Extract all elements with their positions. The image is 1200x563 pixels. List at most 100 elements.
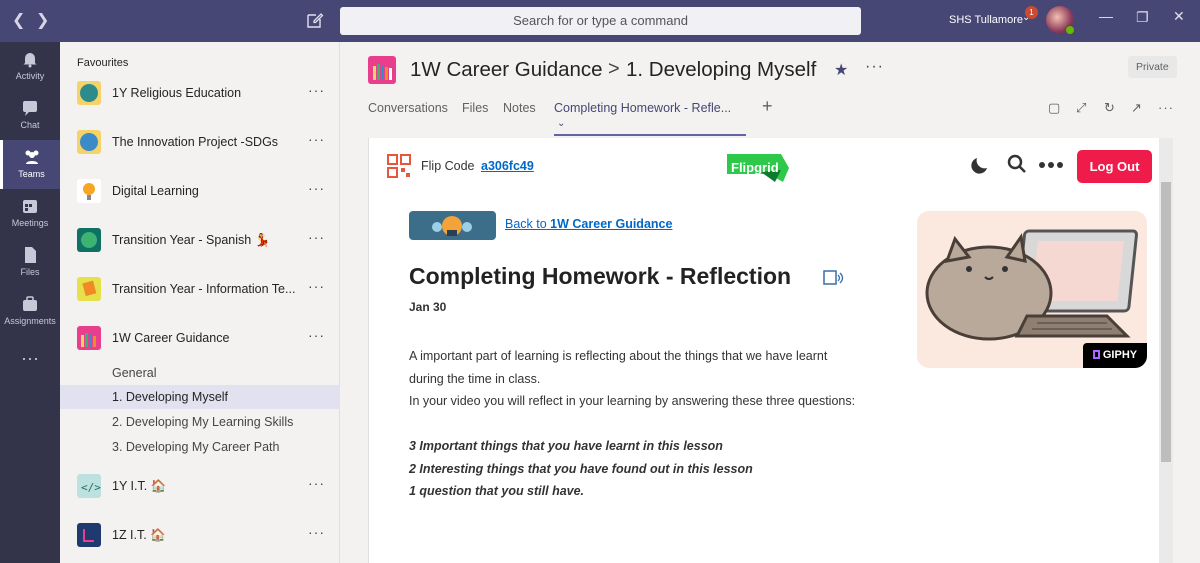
- code-icon: </>: [77, 474, 101, 498]
- team-item[interactable]: The Innovation Project -SDGs ···: [60, 119, 340, 168]
- rail-label: Files: [20, 267, 40, 277]
- chevron-down-icon[interactable]: ⌄: [557, 118, 565, 129]
- more-options-icon[interactable]: ···: [308, 327, 325, 343]
- log-out-button[interactable]: Log Out: [1077, 150, 1152, 183]
- team-item[interactable]: Digital Learning ···: [60, 168, 340, 217]
- more-options-icon[interactable]: ···: [308, 524, 325, 540]
- add-tab-icon[interactable]: +: [762, 96, 773, 117]
- logo-text: Flipgrid: [731, 160, 779, 175]
- rail-item-assignments[interactable]: Assignments: [0, 287, 60, 336]
- more-options-icon[interactable]: ···: [865, 58, 884, 76]
- rail-item-teams[interactable]: Teams: [0, 140, 60, 189]
- team-item[interactable]: Transition Year - Spanish 💃 ···: [60, 217, 340, 266]
- chat-icon: [23, 101, 37, 116]
- team-name: 1Y I.T. 🏠: [112, 479, 167, 493]
- team-avatar: [77, 523, 101, 547]
- close-icon[interactable]: ✕: [1173, 8, 1185, 25]
- tab-flipgrid[interactable]: Completing Homework - Refle... ⌄: [554, 101, 746, 136]
- refresh-icon[interactable]: ↻: [1104, 100, 1115, 116]
- team-avatar: [77, 228, 101, 252]
- dark-mode-icon[interactable]: [971, 153, 993, 180]
- scrollbar[interactable]: [1159, 138, 1173, 563]
- team-name: 1Y Religious Education: [112, 86, 242, 100]
- rail-item-files[interactable]: Files: [0, 238, 60, 287]
- team-name: Transition Year - Information Te...: [112, 282, 296, 296]
- channel-career-path[interactable]: 3. Developing My Career Path: [60, 435, 340, 459]
- teams-sidebar: Favourites 1Y Religious Education ··· Th…: [60, 42, 340, 563]
- forward-arrow-icon[interactable]: ❯: [36, 10, 49, 30]
- topic-media-gif[interactable]: GIPHY: [917, 211, 1147, 368]
- star-icon[interactable]: ★: [834, 60, 848, 80]
- breadcrumb-separator: >: [608, 58, 620, 80]
- tab-files[interactable]: Files: [462, 101, 488, 115]
- immersive-reader-icon[interactable]: [823, 269, 845, 292]
- team-item[interactable]: 1Y Religious Education ···: [60, 70, 340, 119]
- rail-label: Teams: [18, 169, 45, 179]
- flip-code-link[interactable]: a306fc49: [481, 159, 534, 173]
- topic-description: A important part of learning is reflecti…: [409, 345, 929, 503]
- more-options-icon[interactable]: ···: [308, 229, 325, 245]
- question-line: 2 Interesting things that you have found…: [409, 461, 753, 476]
- team-name: Transition Year - Spanish 💃: [112, 233, 271, 247]
- rail-label: Chat: [20, 120, 40, 130]
- title-bar: ❮ ❯ Search for or type a command SHS Tul…: [0, 0, 1200, 42]
- header-team-name[interactable]: 1W Career Guidance: [410, 58, 603, 82]
- topic-date: Jan 30: [409, 300, 447, 314]
- more-options-icon[interactable]: ···: [308, 131, 325, 147]
- assignments-icon: [23, 296, 37, 311]
- pencils-icon: [368, 56, 396, 84]
- team-item[interactable]: 1Z I.T. 🏠 ···: [60, 512, 340, 561]
- more-options-icon[interactable]: ···: [308, 475, 325, 491]
- more-options-icon[interactable]: ···: [308, 180, 325, 196]
- back-arrow-icon[interactable]: ❮: [12, 10, 25, 30]
- back-team-name: 1W Career Guidance: [550, 217, 673, 231]
- back-to-team-link[interactable]: Back to 1W Career Guidance: [505, 217, 672, 231]
- file-icon: [25, 247, 36, 263]
- rail-item-activity[interactable]: Activity: [0, 42, 60, 91]
- flipgrid-logo[interactable]: Flipgrid: [725, 150, 791, 184]
- search-input[interactable]: Search for or type a command: [340, 7, 861, 35]
- search-icon[interactable]: [1006, 153, 1028, 180]
- channel-developing-myself[interactable]: 1. Developing Myself: [60, 385, 340, 409]
- svg-text:</>: </>: [81, 481, 101, 494]
- team-thumbnail[interactable]: [409, 211, 496, 240]
- team-avatar: [77, 277, 101, 301]
- qr-code-icon[interactable]: [387, 154, 411, 178]
- expand-icon[interactable]: ⤢: [1076, 100, 1086, 116]
- description-line: during the time in class.: [409, 371, 541, 386]
- pencils-icon: [77, 326, 101, 350]
- rail-item-meetings[interactable]: Meetings: [0, 189, 60, 238]
- team-item[interactable]: </> 1Y I.T. 🏠 ···: [60, 463, 340, 512]
- scrollbar-thumb[interactable]: [1161, 182, 1171, 462]
- presence-icon: [1065, 25, 1075, 35]
- more-apps-icon[interactable]: ···: [0, 348, 60, 397]
- channel-general[interactable]: General: [60, 361, 340, 385]
- header-channel-name: 1. Developing Myself: [626, 58, 817, 81]
- tab-conversations[interactable]: Conversations: [368, 101, 448, 115]
- more-options-icon[interactable]: ···: [308, 82, 325, 98]
- bell-icon: [23, 53, 37, 68]
- compose-icon[interactable]: [306, 11, 324, 29]
- flipgrid-frame: Flip Code a306fc49 Flipgrid Log Out Back…: [368, 138, 1159, 563]
- description-line: A important part of learning is reflecti…: [409, 349, 828, 363]
- question-line: 3 Important things that you have learnt …: [409, 439, 723, 453]
- restore-icon[interactable]: ❐: [1136, 9, 1149, 26]
- question-line: 1 question that you still have.: [409, 484, 585, 498]
- more-options-icon[interactable]: ···: [308, 278, 325, 294]
- minimize-icon[interactable]: —: [1099, 8, 1113, 24]
- channel-learning-skills[interactable]: 2. Developing My Learning Skills: [60, 410, 340, 434]
- giphy-label: GIPHY: [1102, 349, 1138, 361]
- more-options-icon[interactable]: ···: [1158, 100, 1174, 115]
- tenant-name[interactable]: SHS Tullamore: [949, 14, 1023, 26]
- team-item[interactable]: Transition Year - Information Te... ···: [60, 266, 340, 315]
- flip-code-label: Flip Code: [421, 159, 475, 173]
- team-avatar: [77, 81, 101, 105]
- team-item-career-guidance[interactable]: 1W Career Guidance ···: [60, 315, 340, 364]
- rail-label: Activity: [15, 71, 45, 81]
- open-external-icon[interactable]: ↗: [1131, 100, 1142, 116]
- tab-notes[interactable]: Notes: [503, 101, 536, 115]
- giphy-icon: [1092, 350, 1100, 359]
- rail-item-chat[interactable]: Chat: [0, 91, 60, 140]
- conversation-icon[interactable]: ▢: [1048, 100, 1060, 116]
- more-options-icon[interactable]: [1038, 155, 1064, 180]
